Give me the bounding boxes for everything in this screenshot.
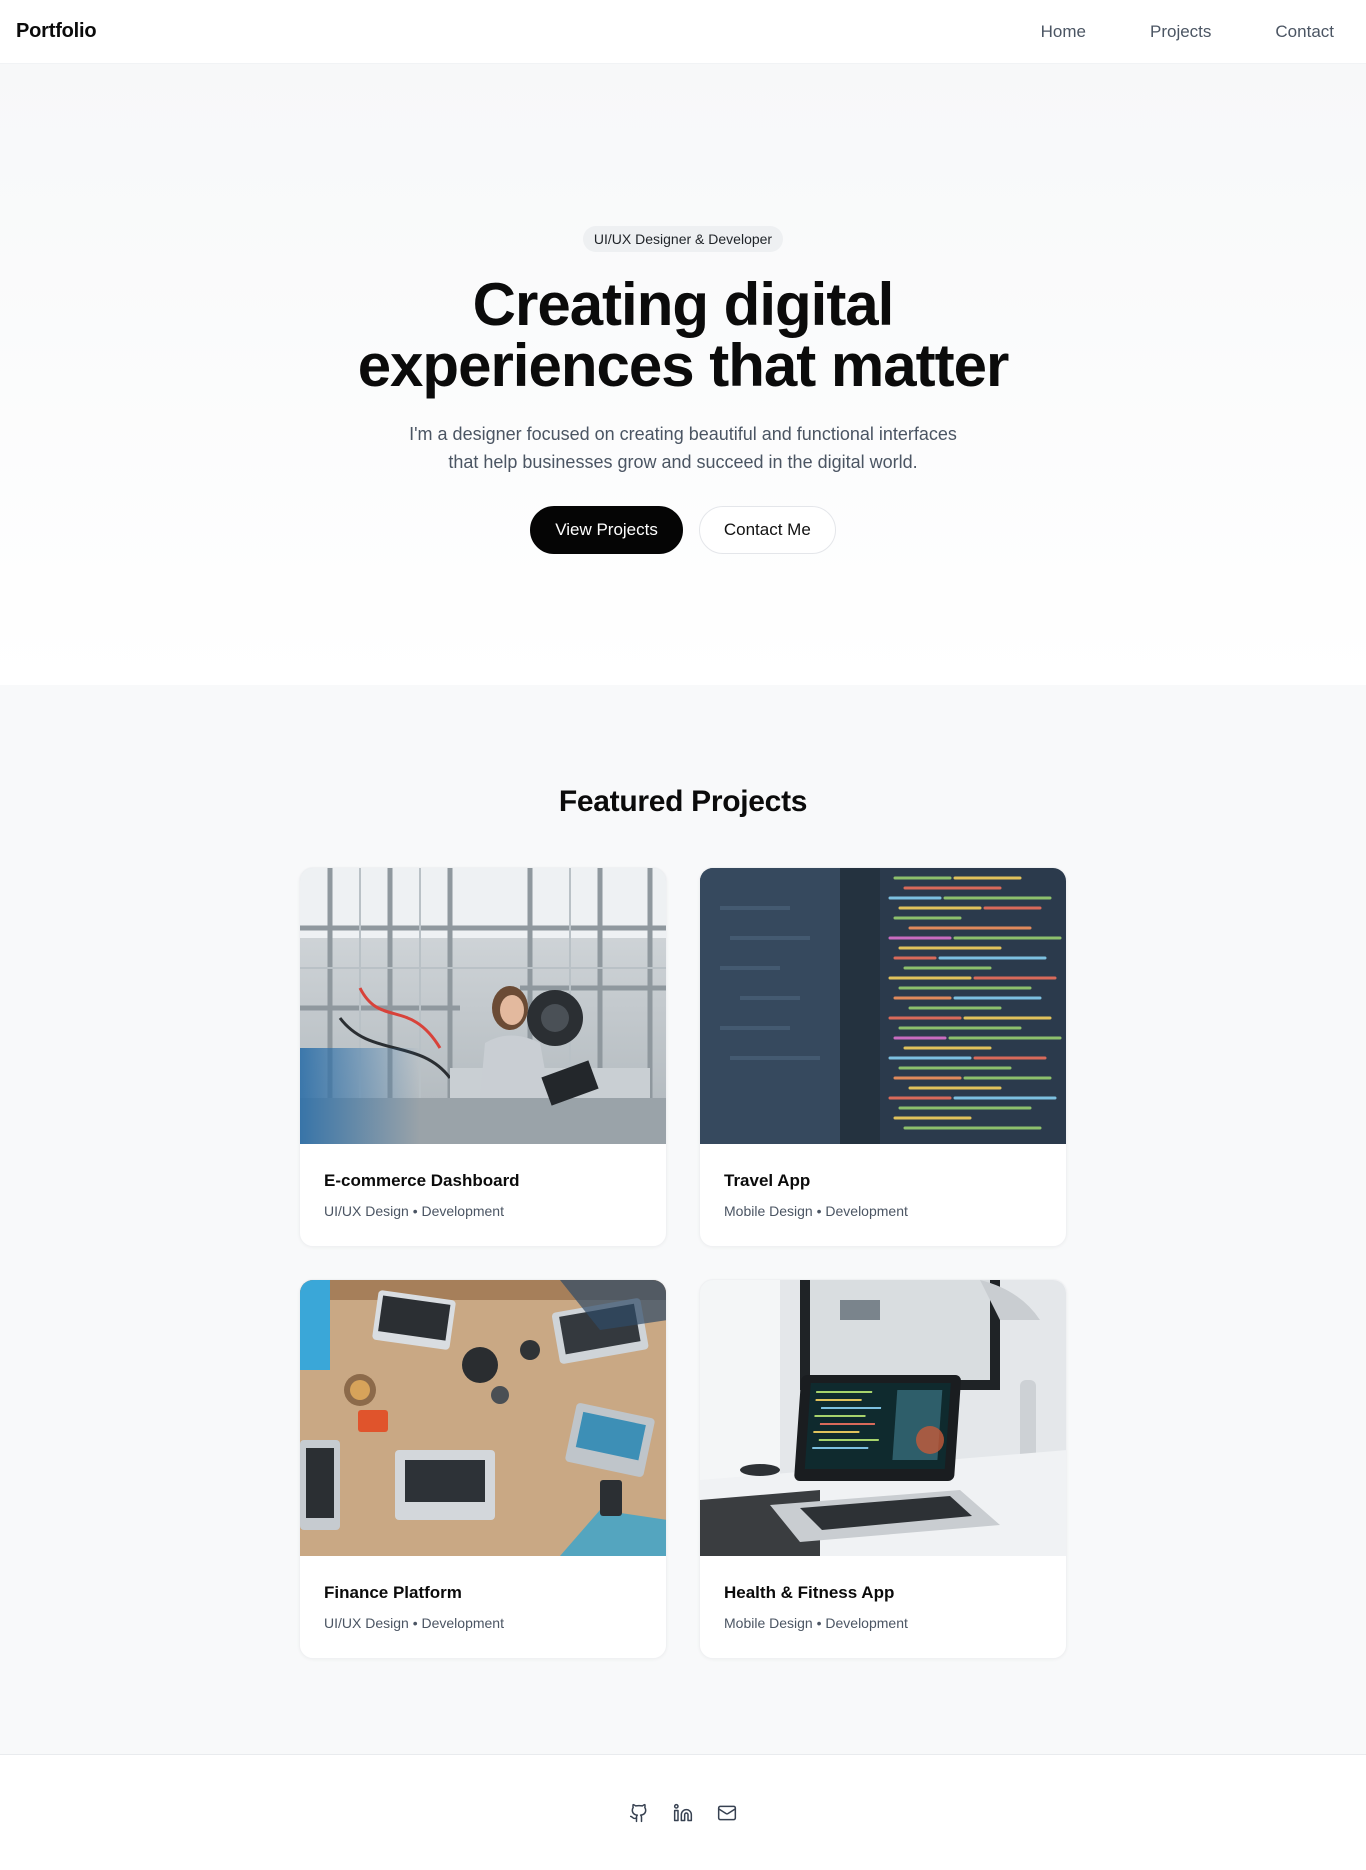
hero-title: Creating digital experiences that matter — [357, 271, 1010, 399]
footer — [0, 1754, 1366, 1870]
project-tags: UI/UX Design • Development — [324, 1203, 504, 1219]
project-image-laptop — [700, 1280, 1066, 1556]
project-tags: Mobile Design • Development — [724, 1615, 908, 1631]
project-title: E-commerce Dashboard — [324, 1171, 520, 1190]
hero-buttons: View Projects Contact Me — [530, 506, 836, 554]
linkedin-icon[interactable] — [673, 1803, 693, 1823]
project-title: Finance Platform — [324, 1583, 462, 1602]
role-badge: UI/UX Designer & Developer — [582, 226, 784, 252]
project-image-code — [700, 868, 1066, 1144]
contact-me-button[interactable]: Contact Me — [698, 506, 836, 554]
card-body: E-commerce Dashboard UI/UX Design • Deve… — [300, 1144, 666, 1219]
github-icon[interactable] — [629, 1803, 649, 1823]
nav-link-contact[interactable]: Contact — [1275, 22, 1334, 42]
card-body: Travel App Mobile Design • Development — [700, 1144, 1066, 1219]
nav-links: Home Projects Contact — [1041, 22, 1334, 42]
project-tags: UI/UX Design • Development — [324, 1615, 504, 1631]
view-projects-button[interactable]: View Projects — [530, 506, 683, 554]
top-nav: Portfolio Home Projects Contact — [0, 0, 1366, 64]
card-body: Health & Fitness App Mobile Design • Dev… — [700, 1556, 1066, 1631]
project-card[interactable]: Travel App Mobile Design • Development — [699, 867, 1067, 1247]
brand-logo[interactable]: Portfolio — [16, 20, 97, 43]
hero-section: UI/UX Designer & Developer Creating digi… — [0, 64, 1366, 685]
nav-link-projects[interactable]: Projects — [1150, 22, 1211, 42]
projects-grid: E-commerce Dashboard UI/UX Design • Deve… — [299, 867, 1067, 1659]
section-title: Featured Projects — [558, 785, 808, 818]
nav-link-home[interactable]: Home — [1041, 22, 1086, 42]
project-tags: Mobile Design • Development — [724, 1203, 908, 1219]
project-card[interactable]: Health & Fitness App Mobile Design • Dev… — [699, 1279, 1067, 1659]
project-card[interactable]: E-commerce Dashboard UI/UX Design • Deve… — [299, 867, 667, 1247]
hero-subtitle: I'm a designer focused on creating beaut… — [409, 424, 957, 472]
card-body: Finance Platform UI/UX Design • Developm… — [300, 1556, 666, 1631]
project-card[interactable]: Finance Platform UI/UX Design • Developm… — [299, 1279, 667, 1659]
projects-section: Featured Projects E-commerce Dashboard U… — [0, 685, 1366, 1754]
project-image-lab — [300, 868, 666, 1144]
project-image-desk — [300, 1280, 666, 1556]
project-title: Travel App — [724, 1171, 811, 1190]
mail-icon[interactable] — [717, 1803, 737, 1823]
project-title: Health & Fitness App — [724, 1583, 895, 1602]
